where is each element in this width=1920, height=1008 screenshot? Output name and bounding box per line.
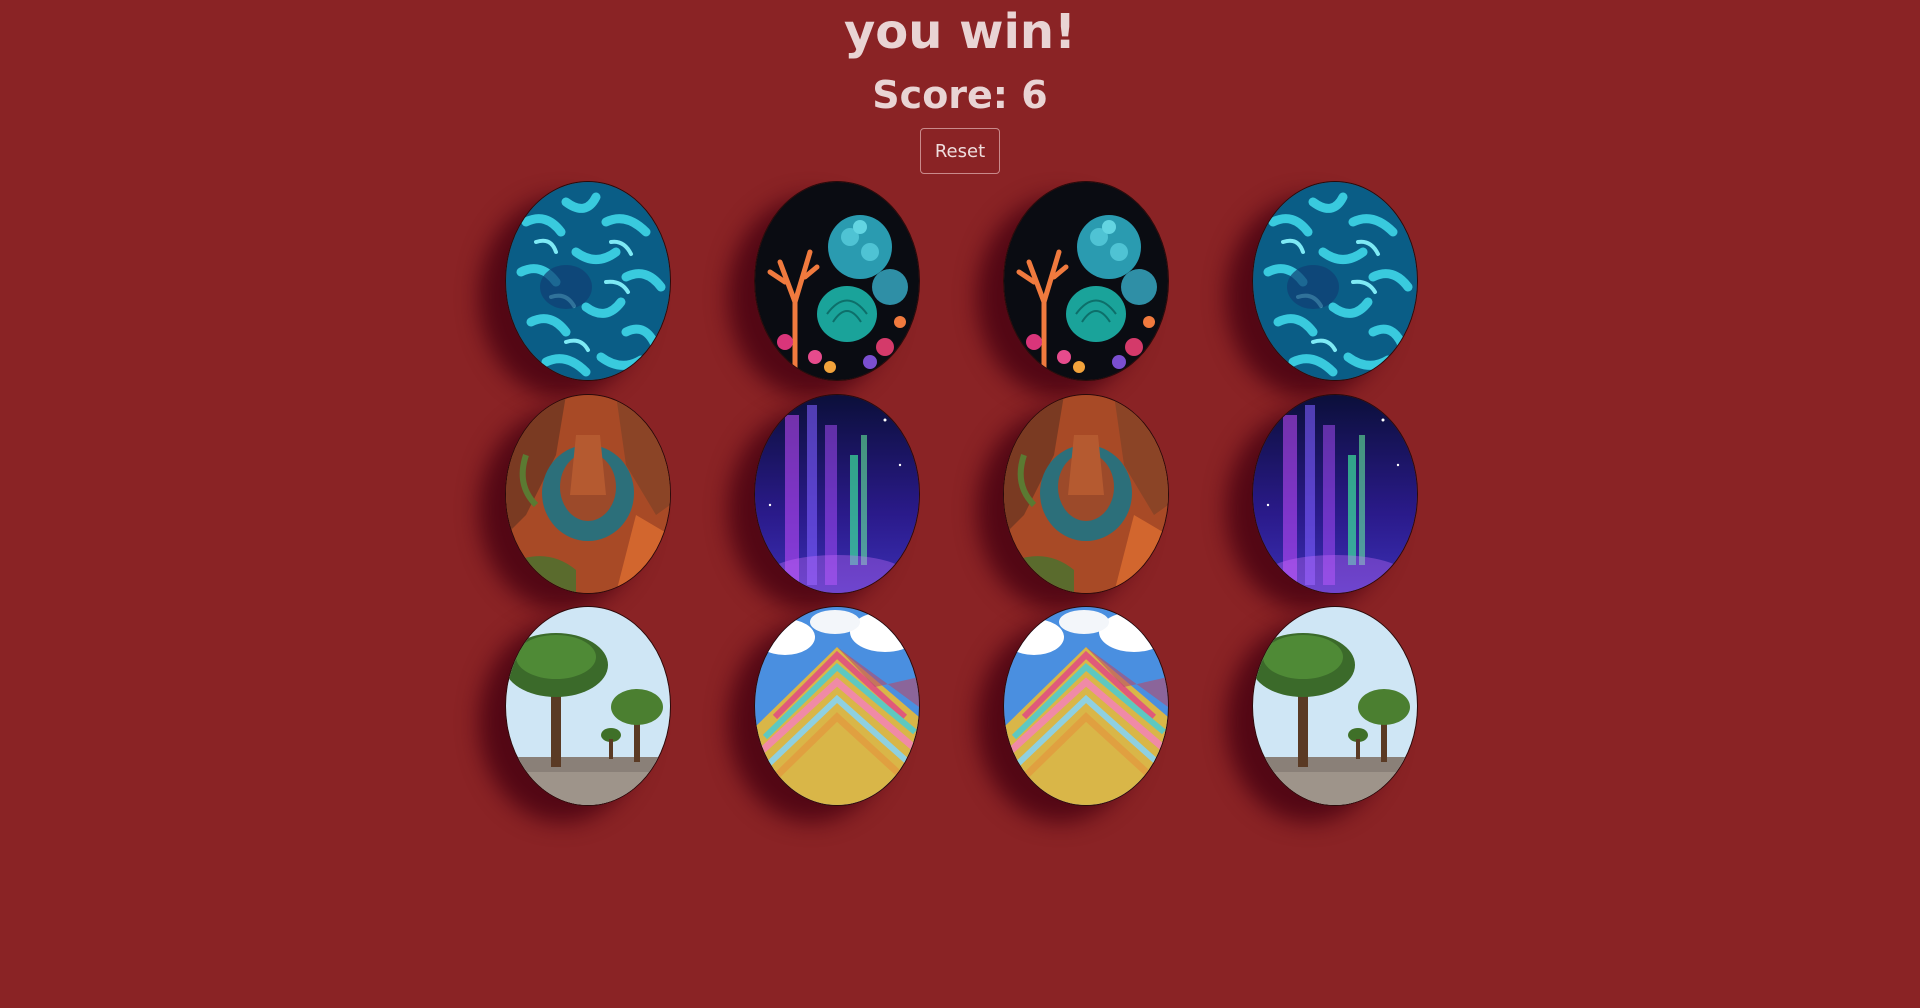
trees-image <box>506 607 670 805</box>
aurora-image <box>1253 395 1417 593</box>
blue-coral-image <box>506 182 670 380</box>
card-horseshoe-canyon[interactable] <box>505 394 671 594</box>
card-blue-coral[interactable] <box>1252 181 1418 381</box>
score-display: Score: 6 <box>872 73 1048 117</box>
card-colorful-coral-reef[interactable] <box>1003 181 1169 381</box>
canyon-image <box>506 395 670 593</box>
card-dragon-blood-trees[interactable] <box>1252 606 1418 806</box>
card-aurora[interactable] <box>1252 394 1418 594</box>
reset-button[interactable]: Reset <box>920 128 1000 174</box>
rainbow-mountain-image <box>755 607 919 805</box>
card-rainbow-mountain[interactable] <box>1003 606 1169 806</box>
coral-reef-image <box>755 182 919 380</box>
card-colorful-coral-reef[interactable] <box>754 181 920 381</box>
blue-coral-image <box>1253 182 1417 380</box>
card-horseshoe-canyon[interactable] <box>1003 394 1169 594</box>
card-dragon-blood-trees[interactable] <box>505 606 671 806</box>
aurora-image <box>755 395 919 593</box>
rainbow-mountain-image <box>1004 607 1168 805</box>
canyon-image <box>1004 395 1168 593</box>
trees-image <box>1253 607 1417 805</box>
card-aurora[interactable] <box>754 394 920 594</box>
card-rainbow-mountain[interactable] <box>754 606 920 806</box>
win-message: you win! <box>843 4 1076 60</box>
card-blue-coral[interactable] <box>505 181 671 381</box>
coral-reef-image <box>1004 182 1168 380</box>
